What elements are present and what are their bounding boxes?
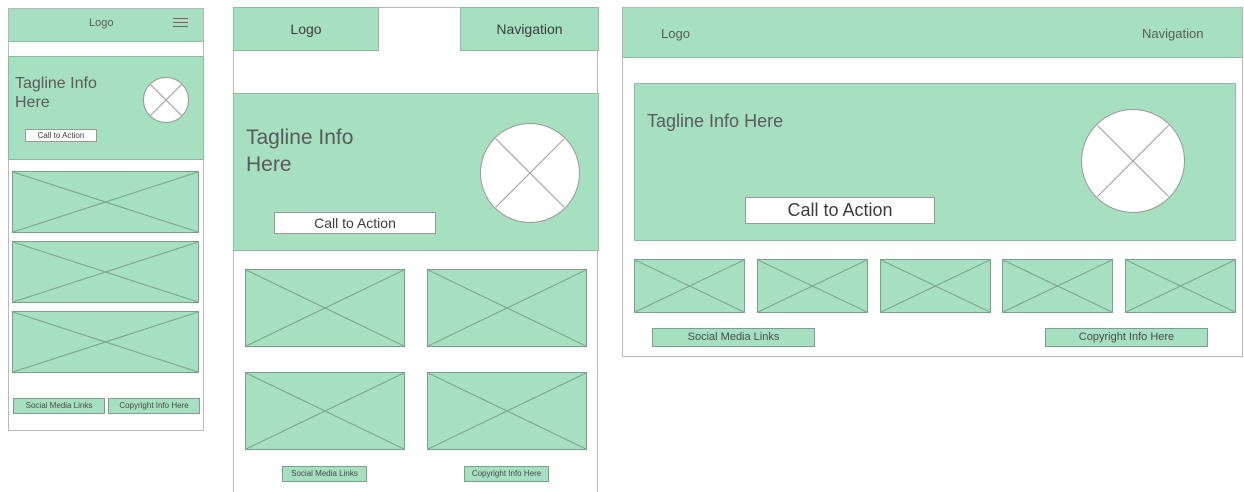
tablet-cta-button[interactable]: Call to Action xyxy=(274,212,436,234)
mobile-wireframe: Logo Tagline Info Here Call to Action So… xyxy=(8,8,204,431)
tablet-content-image-2 xyxy=(427,269,587,347)
mobile-logo[interactable]: Logo xyxy=(89,17,113,29)
desktop-content-image-4 xyxy=(1002,259,1113,313)
image-placeholder-icon xyxy=(13,172,198,232)
desktop-navigation[interactable]: Navigation xyxy=(1142,26,1203,41)
image-placeholder-icon xyxy=(1126,260,1235,312)
tablet-copyright: Copyright Info Here xyxy=(464,466,549,482)
image-placeholder-icon xyxy=(13,242,198,302)
mobile-social-links[interactable]: Social Media Links xyxy=(13,398,105,414)
image-placeholder-icon xyxy=(1082,110,1184,212)
desktop-tagline: Tagline Info Here xyxy=(647,111,784,131)
desktop-logo[interactable]: Logo xyxy=(661,26,690,41)
tablet-logo: Logo xyxy=(290,21,322,37)
desktop-content-image-5 xyxy=(1125,259,1236,313)
desktop-content-image-1 xyxy=(634,259,745,313)
tablet-content-image-3 xyxy=(245,372,405,450)
desktop-hero: Tagline Info Here Call to Action xyxy=(634,83,1236,241)
desktop-content-image-3 xyxy=(880,259,991,313)
mobile-content-image-1 xyxy=(12,171,199,233)
desktop-cta-button[interactable]: Call to Action xyxy=(745,197,935,224)
tablet-navigation: Navigation xyxy=(496,21,563,37)
tablet-hero-image-placeholder xyxy=(480,123,580,223)
mobile-cta-button[interactable]: Call to Action xyxy=(25,129,97,142)
mobile-header: Logo xyxy=(9,9,203,42)
desktop-wireframe: Logo Navigation Tagline Info Here Call t… xyxy=(622,7,1243,357)
image-placeholder-icon xyxy=(246,270,404,346)
tablet-logo-block[interactable]: Logo xyxy=(233,7,379,51)
image-placeholder-icon xyxy=(881,260,990,312)
tablet-social-links[interactable]: Social Media Links xyxy=(282,466,367,482)
tablet-nav-block[interactable]: Navigation xyxy=(460,7,599,51)
tablet-wireframe: Logo Navigation Tagline Info Here Call t… xyxy=(233,7,599,492)
mobile-tagline: Tagline Info Here xyxy=(15,75,97,111)
tablet-content-image-4 xyxy=(427,372,587,450)
tablet-tagline: Tagline Info Here xyxy=(246,126,354,176)
mobile-hero: Tagline Info Here Call to Action xyxy=(8,56,204,160)
desktop-header: Logo Navigation xyxy=(623,8,1242,58)
image-placeholder-icon xyxy=(635,260,744,312)
desktop-hero-image-placeholder xyxy=(1081,109,1185,213)
desktop-social-links[interactable]: Social Media Links xyxy=(652,328,815,347)
mobile-content-image-2 xyxy=(12,241,199,303)
image-placeholder-icon xyxy=(481,124,579,222)
desktop-copyright: Copyright Info Here xyxy=(1045,328,1208,347)
image-placeholder-icon xyxy=(144,78,188,122)
image-placeholder-icon xyxy=(428,270,586,346)
hamburger-icon[interactable] xyxy=(173,18,188,30)
image-placeholder-icon xyxy=(428,373,586,449)
image-placeholder-icon xyxy=(246,373,404,449)
desktop-content-image-2 xyxy=(757,259,868,313)
image-placeholder-icon xyxy=(758,260,867,312)
mobile-hero-image-placeholder xyxy=(143,77,189,123)
image-placeholder-icon xyxy=(13,312,198,372)
tablet-hero: Tagline Info Here Call to Action xyxy=(233,93,599,251)
image-placeholder-icon xyxy=(1003,260,1112,312)
tablet-content-image-1 xyxy=(245,269,405,347)
mobile-content-image-3 xyxy=(12,311,199,373)
mobile-copyright: Copyright Info Here xyxy=(108,398,200,414)
